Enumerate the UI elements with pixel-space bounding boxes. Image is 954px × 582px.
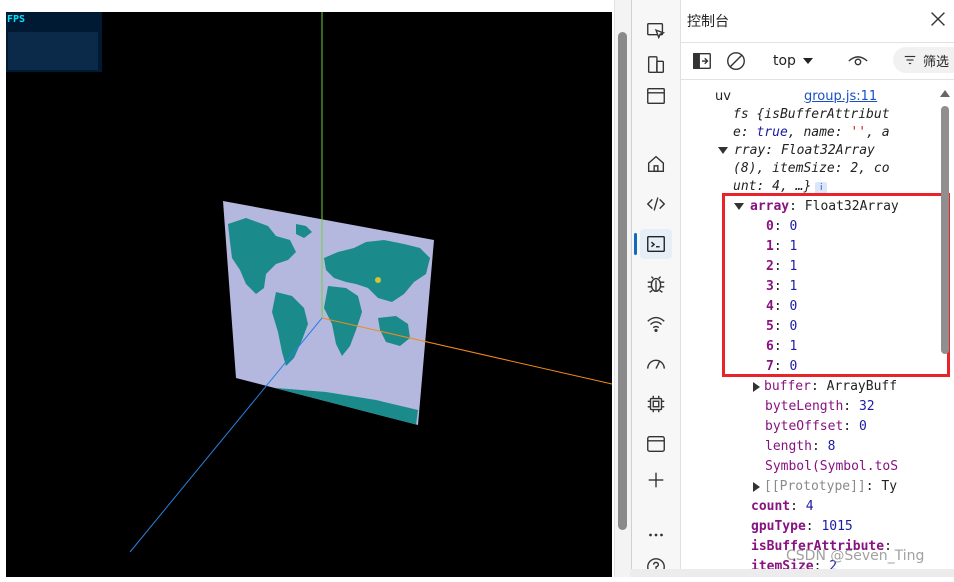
textured-plane (223, 201, 434, 425)
wifi-icon[interactable] (640, 309, 672, 339)
eye-icon[interactable] (847, 50, 869, 72)
device-emulation-icon[interactable] (640, 50, 672, 80)
info-icon[interactable]: i (815, 182, 828, 194)
expand-triangle-icon[interactable] (753, 481, 760, 492)
fps-label: FPS (7, 14, 26, 25)
array-entry[interactable]: 0: 0 (766, 219, 797, 234)
array-entry[interactable]: 3: 1 (766, 279, 797, 294)
context-selector[interactable]: top (773, 50, 814, 72)
plus-icon[interactable] (640, 465, 672, 495)
array-entry[interactable]: 6: 1 (766, 339, 797, 354)
summary-line-5[interactable]: unt: 4, …} i (733, 179, 828, 194)
filter-button[interactable]: 筛选 (893, 47, 954, 73)
chip-icon[interactable] (640, 389, 672, 419)
fps-stats-panel: FPS (6, 12, 102, 72)
prototype-row[interactable]: [[Prototype]]: Ty (753, 479, 897, 494)
buffer-row[interactable]: buffer: ArrayBuff (753, 379, 897, 394)
panel-title: 控制台 (687, 14, 729, 30)
performance-gauge-icon[interactable] (640, 349, 672, 379)
more-icon[interactable] (640, 520, 672, 550)
close-icon[interactable] (927, 8, 949, 30)
fps-graph (8, 32, 98, 70)
console-icon[interactable] (634, 229, 672, 259)
axis-z-line (129, 317, 323, 553)
summary-line-2[interactable]: e: true, name: '', a (733, 125, 890, 140)
3d-scene (129, 12, 612, 553)
summary-line-1[interactable]: fs {isBufferAttribut (733, 107, 890, 122)
application-icon[interactable] (640, 429, 672, 459)
clear-icon[interactable] (725, 50, 747, 72)
array-row[interactable]: array: Float32Array (734, 199, 899, 214)
context-value: top (773, 53, 796, 69)
source-link[interactable]: group.js:11 (804, 89, 877, 104)
page-viewport: FPS (0, 0, 614, 577)
page-scrollbar[interactable] (614, 0, 631, 577)
summary-line-3[interactable]: rray: Float32Array (718, 143, 875, 158)
summary-line-4[interactable]: (8), itemSize: 2, co (733, 161, 890, 176)
gputype-row[interactable]: gpuType: 1015 (751, 519, 853, 534)
length-row[interactable]: length: 8 (765, 439, 835, 454)
array-entry[interactable]: 1: 1 (766, 239, 797, 254)
inspect-icon[interactable] (640, 16, 672, 46)
byteoffset-row[interactable]: byteOffset: 0 (765, 419, 867, 434)
devtools-titlebar: 控制台 (681, 0, 954, 40)
filter-icon (904, 55, 916, 65)
expand-triangle-icon[interactable] (718, 147, 728, 154)
count-row[interactable]: count: 4 (751, 499, 814, 514)
bytelength-row[interactable]: byteLength: 32 (765, 399, 875, 414)
log-label: uv (715, 89, 731, 104)
webgl-canvas[interactable]: FPS (6, 12, 612, 577)
code-icon[interactable] (640, 189, 672, 219)
chevron-down-icon (802, 58, 813, 64)
bug-icon[interactable] (640, 269, 672, 299)
console-scrollbar-thumb[interactable] (941, 106, 949, 354)
array-entry[interactable]: 5: 0 (766, 319, 797, 334)
console-toolbar: top 筛选 (681, 42, 954, 80)
console-output: uv group.js:11 fs {isBufferAttribut e: t… (681, 80, 954, 577)
help-icon[interactable] (640, 552, 672, 582)
array-entry[interactable]: 7: 0 (766, 359, 797, 374)
filter-label: 筛选 (923, 54, 950, 70)
devtools-panel: 控制台 top 筛选 uv group.js:11 fs {isBufferAt… (631, 0, 954, 577)
expand-triangle-icon[interactable] (753, 381, 760, 392)
watermark: CSDN @Seven_Ting (786, 548, 925, 564)
array-entry[interactable]: 4: 0 (766, 299, 797, 314)
symbol-row[interactable]: Symbol(Symbol.toS (765, 459, 898, 474)
home-icon[interactable] (640, 149, 672, 179)
dock-icon[interactable] (691, 50, 713, 72)
expand-triangle-icon[interactable] (734, 203, 744, 210)
scroll-up-icon[interactable] (940, 90, 950, 97)
browser-window-icon[interactable] (640, 81, 672, 111)
horizontal-scrollbar[interactable] (630, 569, 954, 577)
page-scrollbar-thumb[interactable] (618, 32, 627, 530)
array-entry[interactable]: 2: 1 (766, 259, 797, 274)
devtools-activity-bar (632, 0, 681, 577)
